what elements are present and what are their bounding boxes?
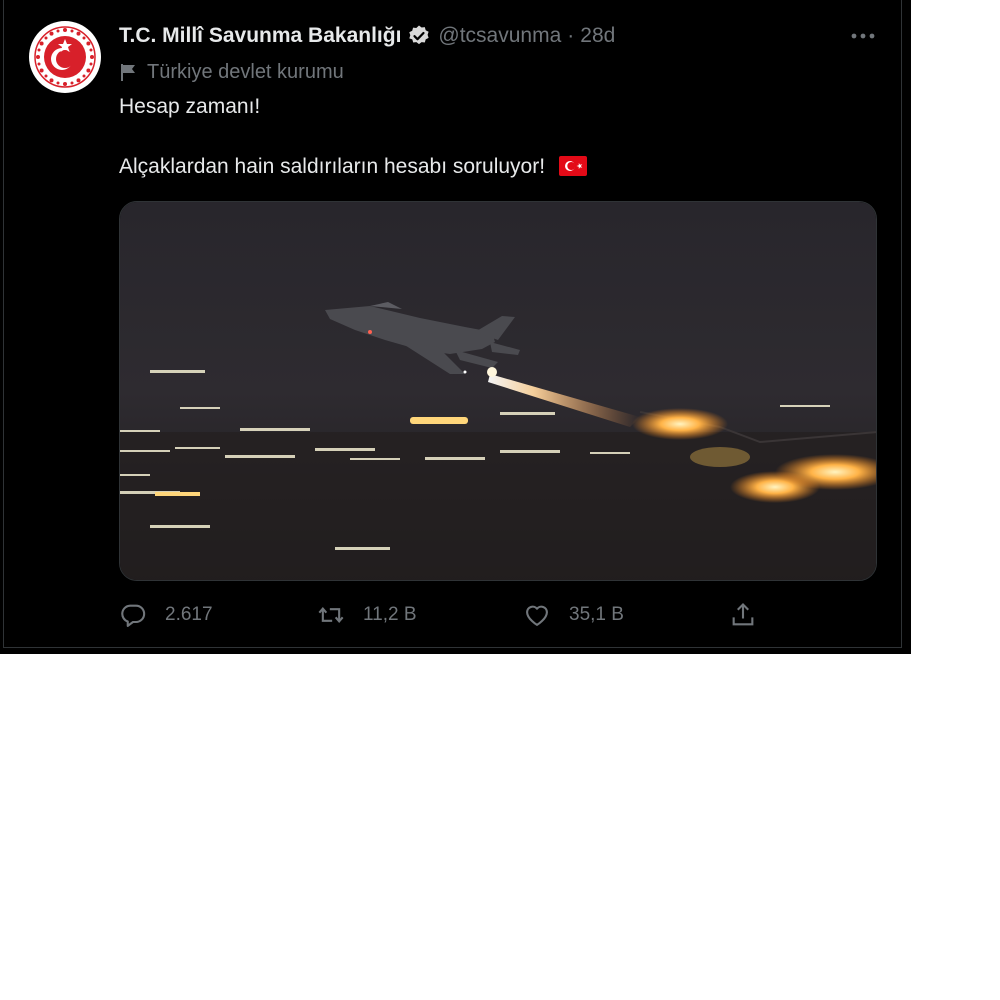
jet-night-photo bbox=[120, 202, 876, 580]
more-options-button[interactable] bbox=[848, 26, 878, 46]
reply-button[interactable]: 2.617 bbox=[119, 597, 213, 633]
header-separator: · bbox=[567, 24, 575, 47]
share-icon bbox=[732, 603, 754, 626]
tweet-timestamp[interactable]: 28d bbox=[580, 24, 615, 48]
account-label[interactable]: Türkiye devlet kurumu bbox=[119, 59, 344, 85]
share-button[interactable] bbox=[729, 597, 757, 633]
avatar[interactable] bbox=[29, 21, 101, 93]
author-handle[interactable]: @tcsavunma bbox=[438, 24, 561, 48]
retweet-count: 11,2 B bbox=[363, 604, 417, 625]
retweet-icon bbox=[318, 606, 344, 624]
tweet-text-line-2: Alçaklardan hain saldırıların hesabı sor… bbox=[119, 155, 587, 179]
reply-icon bbox=[121, 604, 146, 627]
reply-count: 2.617 bbox=[165, 604, 213, 625]
flag-icon bbox=[121, 64, 135, 81]
tweet-text-line-1: Hesap zamanı! bbox=[119, 95, 261, 118]
verified-badge-icon[interactable] bbox=[407, 24, 431, 48]
tweet-card[interactable]: T.C. Millî Savunma Bakanlığı @tcsavunma … bbox=[0, 0, 911, 654]
more-horizontal-icon bbox=[851, 33, 875, 39]
tweet-header: T.C. Millî Savunma Bakanlığı @tcsavunma … bbox=[119, 22, 615, 50]
like-count: 35,1 B bbox=[569, 604, 624, 625]
like-button[interactable]: 35,1 B bbox=[523, 597, 624, 633]
heart-icon bbox=[526, 605, 548, 626]
turkey-flag-emoji-icon bbox=[558, 156, 587, 176]
tweet-text-line-2-text: Alçaklardan hain saldırıların hesabı sor… bbox=[119, 155, 546, 178]
tweet-media-photo[interactable] bbox=[119, 201, 877, 581]
account-label-text: Türkiye devlet kurumu bbox=[147, 60, 344, 83]
author-display-name[interactable]: T.C. Millî Savunma Bakanlığı bbox=[119, 24, 401, 48]
retweet-button[interactable]: 11,2 B bbox=[317, 597, 417, 633]
tweet-actions-bar: 2.617 11,2 B 35,1 B bbox=[119, 597, 879, 633]
